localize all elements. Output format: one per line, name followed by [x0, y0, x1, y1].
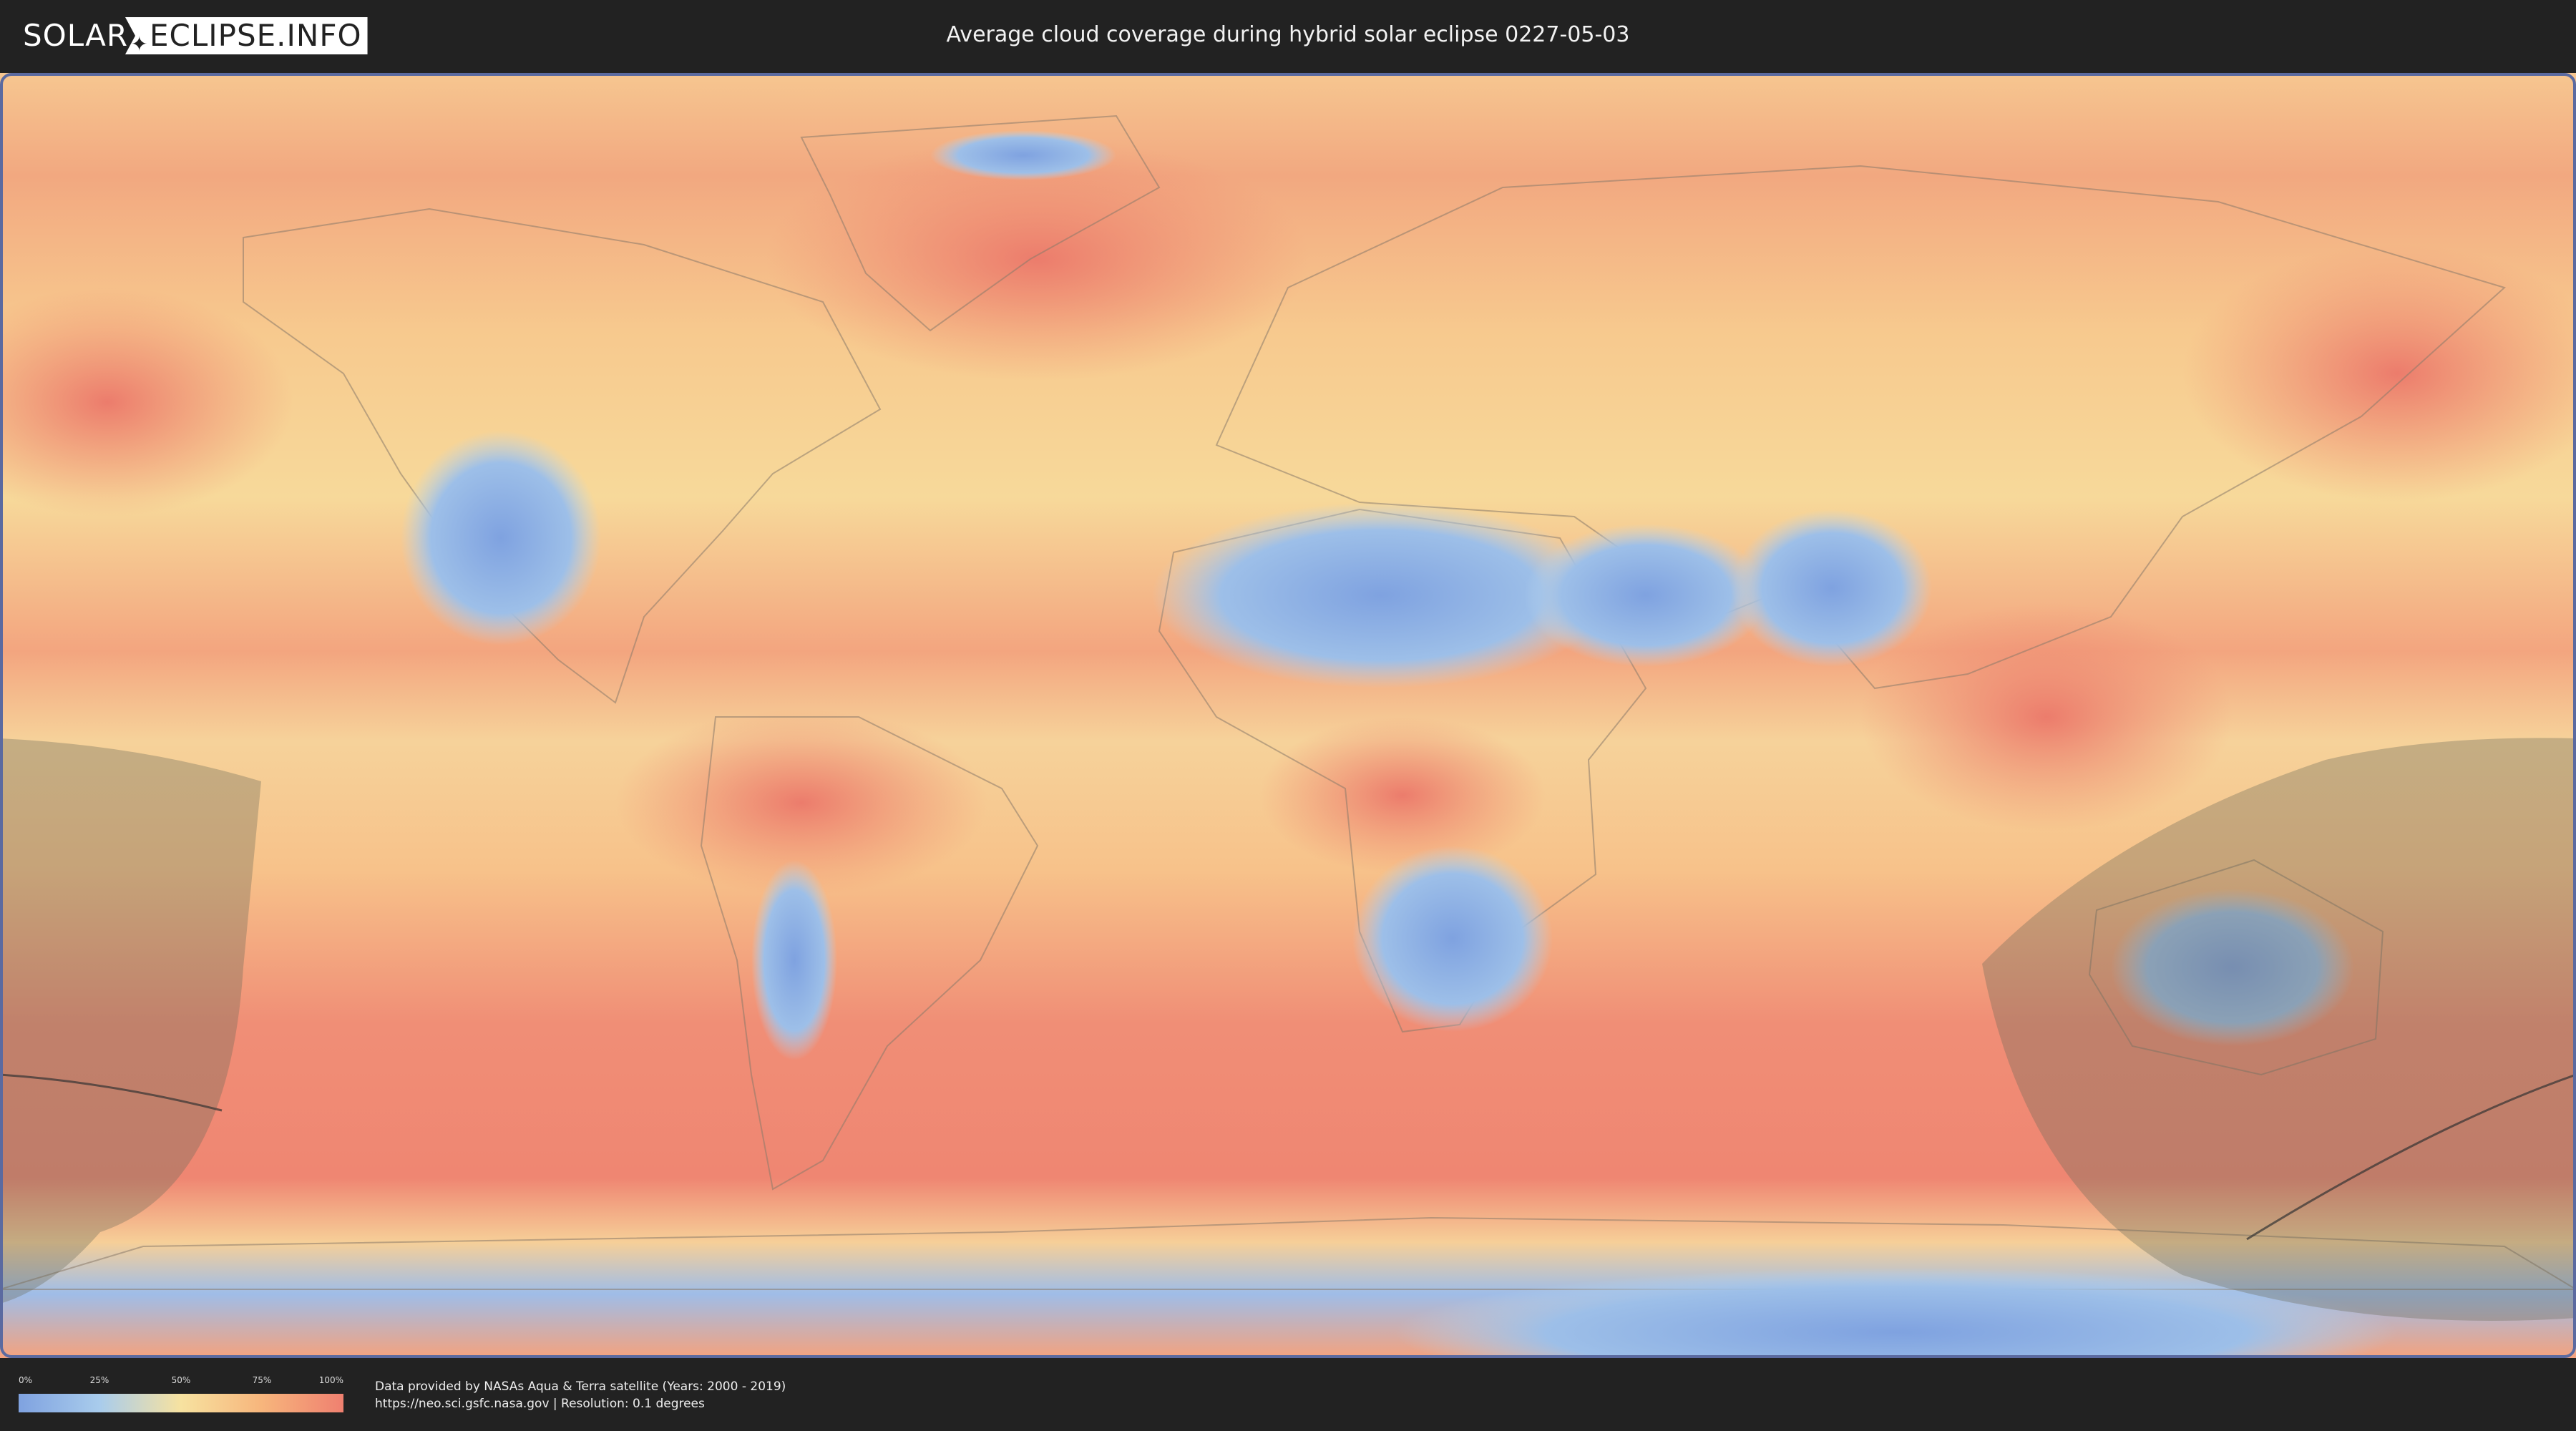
world-map-svg [0, 73, 2576, 1358]
footer-bar: 0% 25% 50% 75% 100% Data provided by NAS… [0, 1359, 2576, 1431]
sw-us-mexico-dry [401, 431, 601, 645]
central-africa-cloud [1259, 717, 1546, 874]
southeast-asia-cloud [1860, 602, 2233, 831]
header-bar: SOLAR ✦ ECLIPSE.INFO Average cloud cover… [0, 0, 2576, 70]
cloud-coverage-legend: 0% 25% 50% 75% 100% [19, 1375, 343, 1415]
legend-tick-75: 75% [252, 1375, 272, 1385]
greenland-dry [930, 130, 1116, 180]
cloud-coverage-map[interactable] [0, 73, 2576, 1358]
legend-color-bar [19, 1394, 343, 1412]
legend-ticks: 0% 25% 50% 75% 100% [19, 1375, 343, 1388]
page-title: Average cloud coverage during hybrid sol… [946, 22, 1630, 47]
legend-tick-0: 0% [19, 1375, 33, 1385]
legend-tick-25: 25% [89, 1375, 109, 1385]
legend-tick-100: 100% [318, 1375, 343, 1385]
credits-line-2[interactable]: https://neo.sci.gsfc.nasa.gov | Resoluti… [375, 1395, 786, 1412]
credits-line-1: Data provided by NASAs Aqua & Terra sate… [375, 1379, 786, 1394]
atacama-dry [751, 860, 837, 1060]
data-credits: Data provided by NASAs Aqua & Terra sate… [375, 1378, 786, 1412]
pakistan-india-dry [1732, 509, 1932, 667]
arabia-dry [1524, 524, 1767, 667]
southern-africa-dry [1352, 846, 1553, 1032]
legend-tick-50: 50% [171, 1375, 191, 1385]
